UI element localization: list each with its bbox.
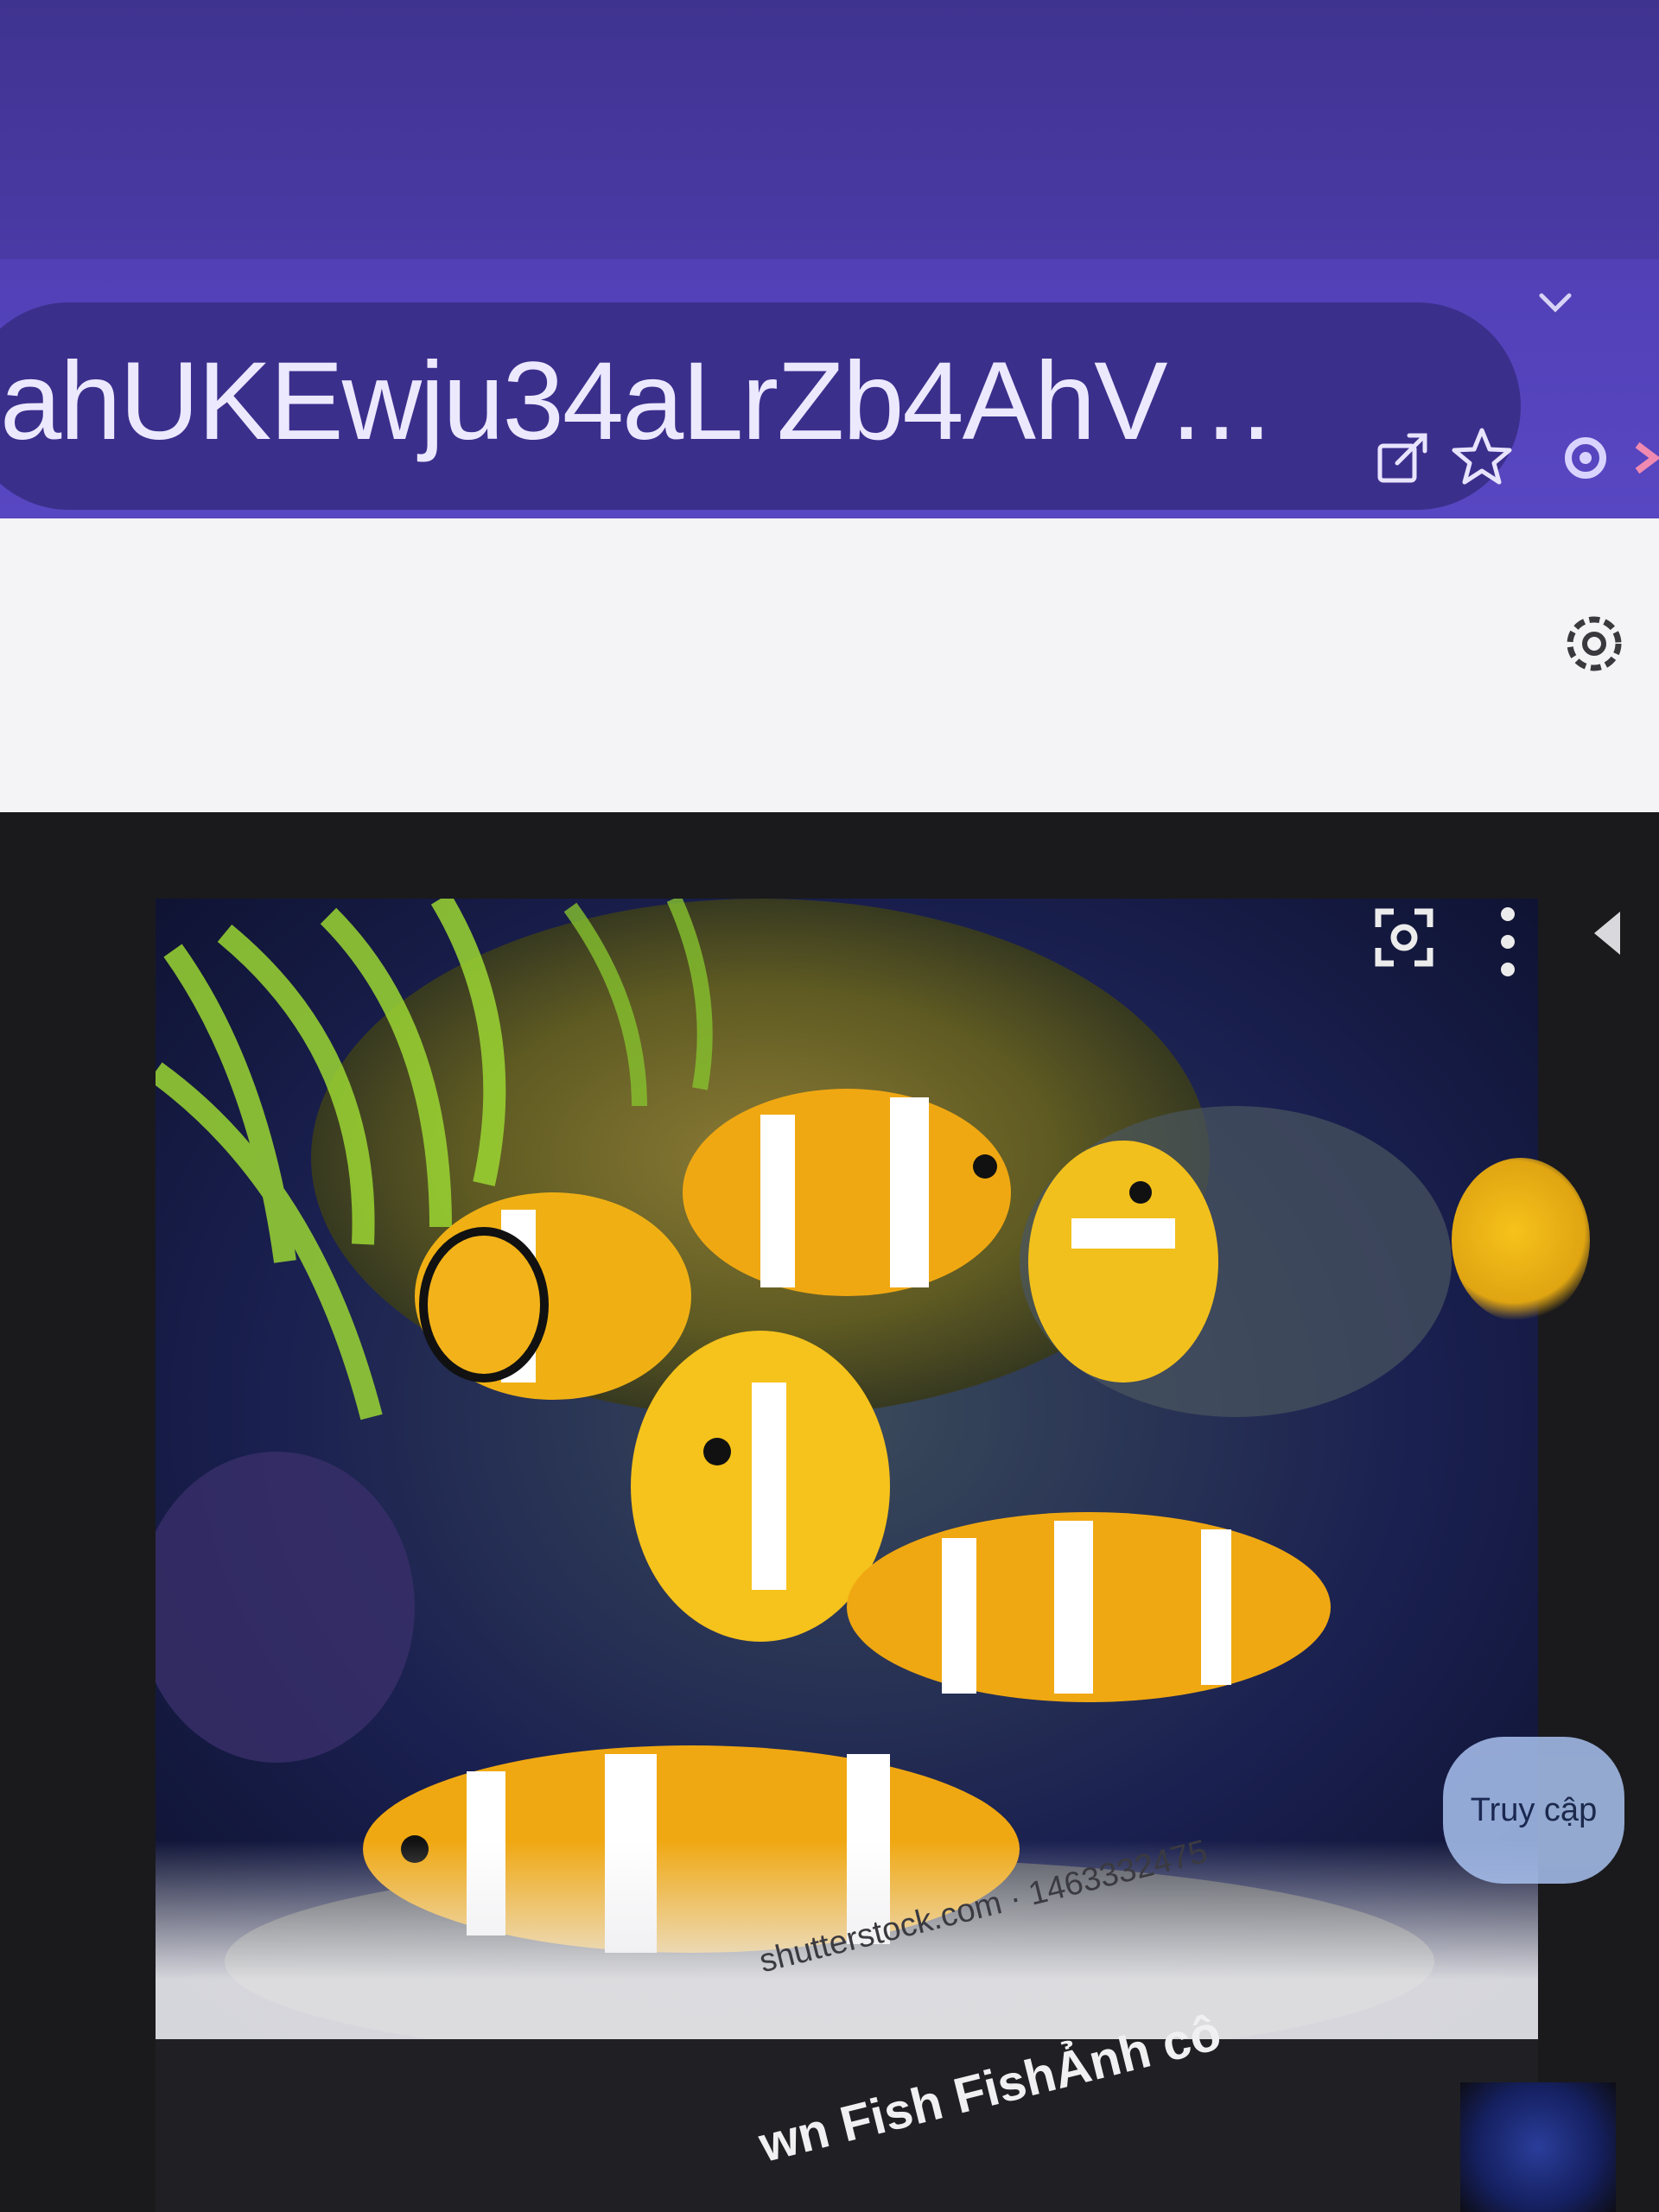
related-image-thumb[interactable]: [1452, 1158, 1590, 1322]
clownfish: [683, 1089, 1011, 1296]
chevron-down-icon[interactable]: [1529, 276, 1581, 328]
visit-button[interactable]: Truy cập: [1443, 1737, 1624, 1884]
page-header: [0, 518, 1659, 812]
related-image-thumb[interactable]: [1460, 2082, 1616, 2212]
url-text[interactable]: ahUKEwju34aLrZb4AhVT8zgGHT3xArAQ_AUo...: [0, 328, 1331, 475]
gear-icon[interactable]: [1555, 605, 1633, 683]
star-icon[interactable]: [1447, 422, 1516, 491]
share-icon[interactable]: [1370, 422, 1439, 491]
more-vertical-icon[interactable]: [1491, 899, 1525, 985]
extension-icon[interactable]: [1629, 428, 1659, 488]
browser-titlebar: [0, 0, 1659, 259]
screen: ahUKEwju34aLrZb4AhVT8zgGHT3xArAQ_AUo...: [0, 0, 1659, 2212]
lens-icon[interactable]: [1370, 903, 1439, 972]
chevron-left-icon[interactable]: [1586, 899, 1629, 968]
extension-icon[interactable]: [1551, 423, 1620, 493]
